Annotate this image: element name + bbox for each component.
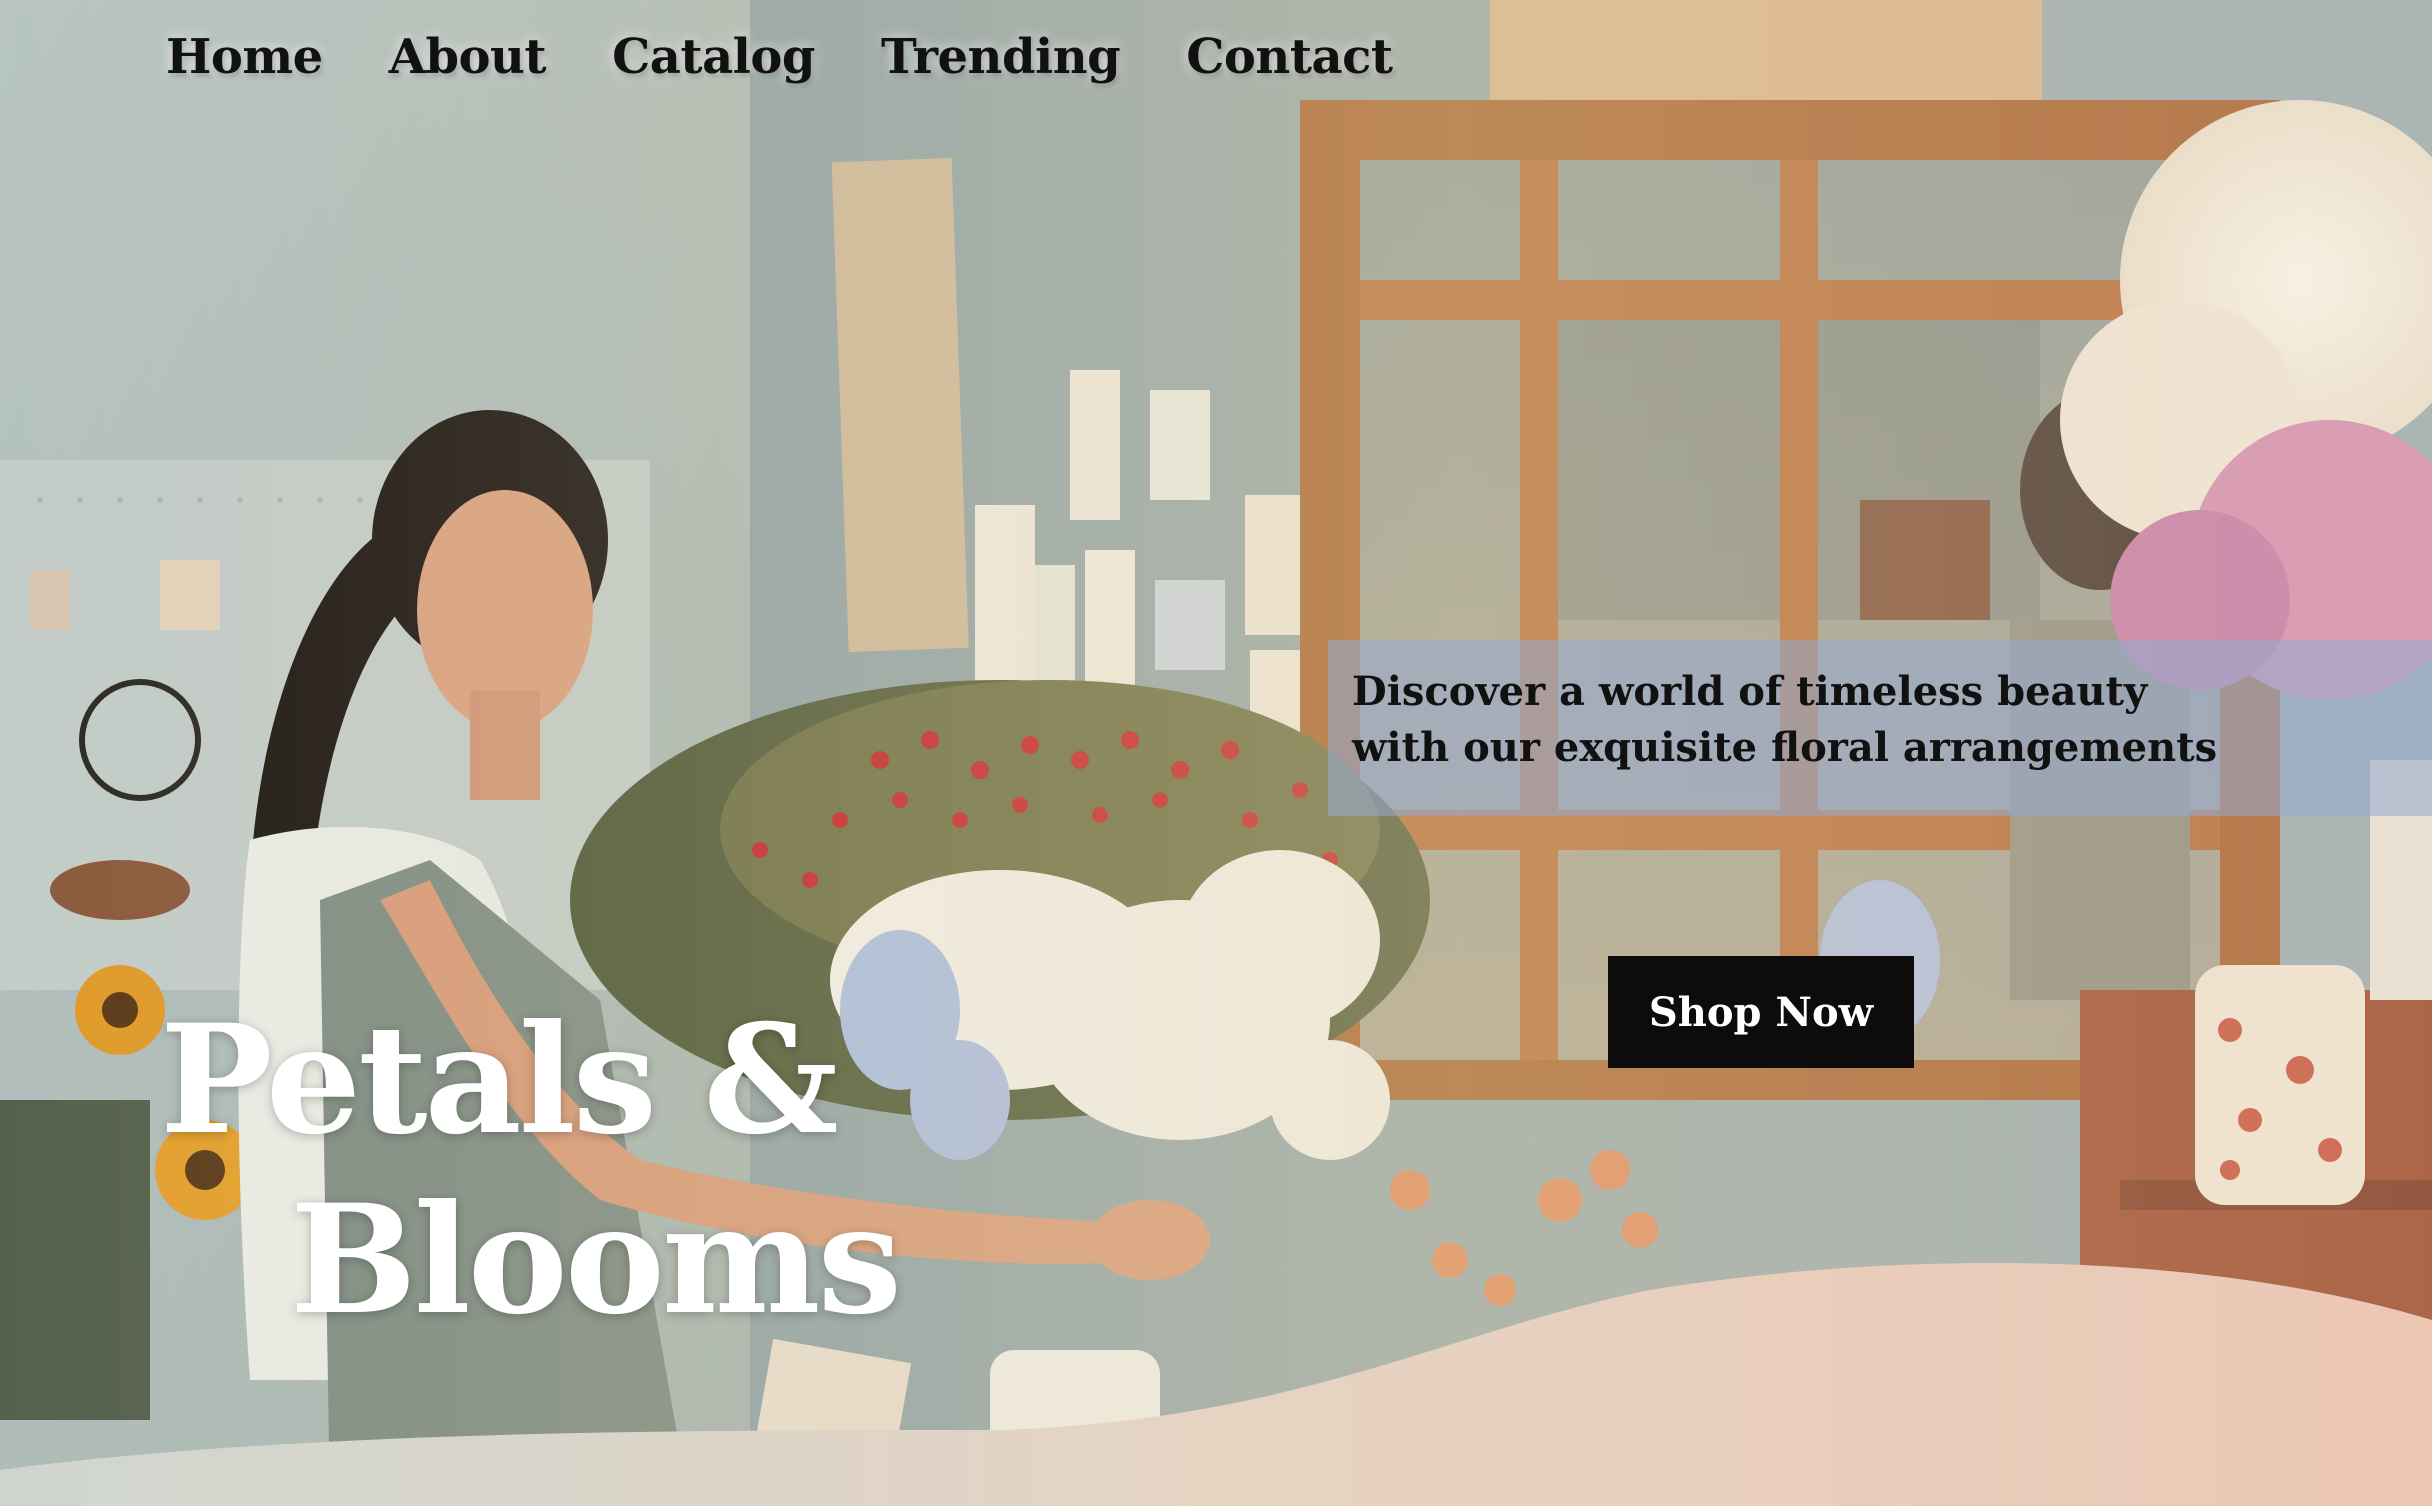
brand-title-line2: Blooms — [290, 1172, 902, 1348]
nav-link-trending[interactable]: Trending — [881, 29, 1121, 85]
hero-tagline: Discover a world of timeless beauty with… — [1352, 668, 2218, 771]
nav-link-contact[interactable]: Contact — [1186, 29, 1393, 85]
brand-title-line1: Petals & — [160, 992, 839, 1168]
main-nav: Home About Catalog Trending Contact — [166, 22, 1393, 92]
brand-title: Petals & Blooms — [160, 990, 920, 1350]
nav-link-home[interactable]: Home — [166, 29, 323, 85]
tagline-panel: Discover a world of timeless beauty with… — [1328, 640, 2432, 816]
nav-link-about[interactable]: About — [389, 29, 547, 85]
shop-now-button[interactable]: Shop Now — [1608, 956, 1914, 1068]
nav-link-catalog[interactable]: Catalog — [612, 29, 815, 85]
hero-section: Enjoy with Our Flowers — [0, 0, 2432, 1506]
